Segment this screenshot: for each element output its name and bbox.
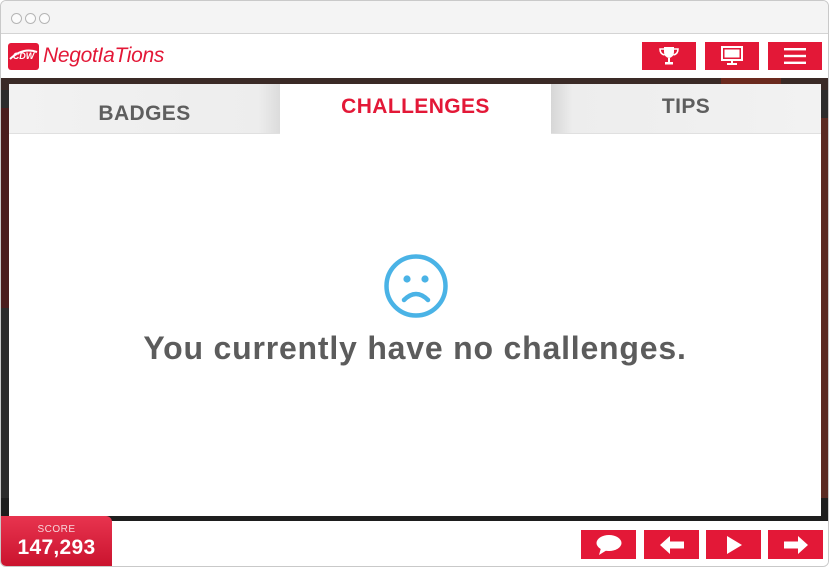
forward-button[interactable] — [768, 530, 823, 559]
window-minimize-button[interactable] — [25, 13, 36, 24]
back-button[interactable] — [644, 530, 699, 559]
browser-window: CDW NegotIaTions BADGES CHALLENGES TIPS … — [0, 0, 829, 567]
tab-badges[interactable]: BADGES — [9, 84, 280, 133]
menu-button[interactable] — [768, 42, 822, 70]
comment-button[interactable] — [581, 530, 636, 559]
speech-bubble-icon — [596, 534, 621, 555]
app-header: CDW NegotIaTions — [1, 34, 828, 78]
trophy-icon — [659, 47, 679, 65]
play-icon — [726, 535, 742, 554]
window-close-button[interactable] — [11, 13, 22, 24]
menu-icon — [784, 48, 806, 64]
tab-divider — [9, 133, 280, 134]
tab-tips[interactable]: TIPS — [551, 84, 821, 133]
arrow-right-icon — [783, 535, 808, 554]
sad-face-icon — [384, 254, 448, 318]
footer-bar: SCORE 147,293 — [1, 516, 828, 566]
logo-text: CDW — [13, 51, 36, 61]
tab-challenges[interactable]: CHALLENGES — [280, 84, 551, 133]
presentation-button[interactable] — [705, 42, 759, 70]
score-badge: SCORE 147,293 — [1, 516, 112, 566]
challenges-panel: BADGES CHALLENGES TIPS You currently hav… — [9, 84, 821, 516]
score-label: SCORE — [37, 524, 76, 535]
empty-state-message: You currently have no challenges. — [143, 330, 687, 366]
trophy-button[interactable] — [642, 42, 696, 70]
tab-divider — [551, 133, 821, 134]
app-title: NegotIaTions — [43, 44, 165, 67]
monitor-icon — [721, 46, 743, 65]
content-stage: BADGES CHALLENGES TIPS You currently hav… — [1, 78, 828, 521]
window-titlebar — [1, 1, 828, 34]
arrow-left-icon — [659, 535, 684, 554]
window-maximize-button[interactable] — [39, 13, 50, 24]
score-value: 147,293 — [17, 536, 96, 559]
cdw-logo: CDW — [8, 43, 39, 70]
play-button[interactable] — [706, 530, 761, 559]
